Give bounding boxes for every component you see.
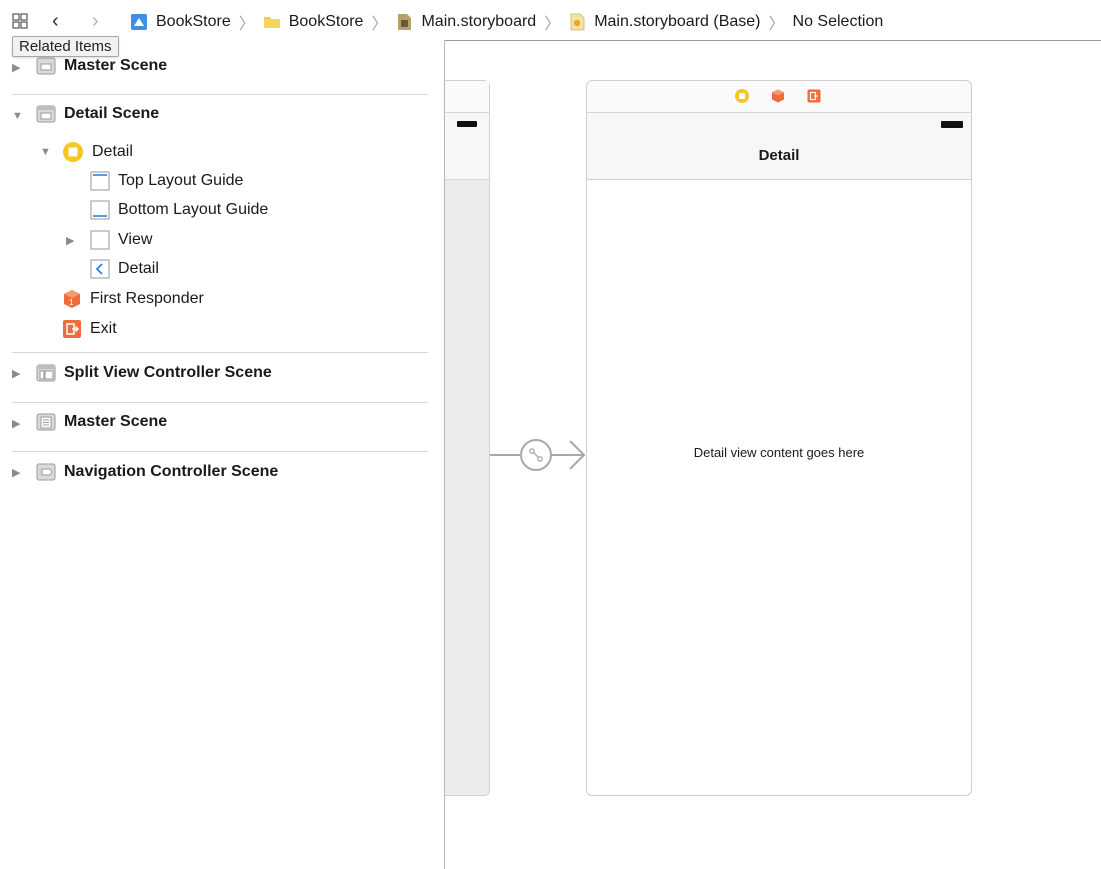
battery-icon [941,121,963,128]
layout-guide-icon [90,171,110,191]
breadcrumb: BookStore 〉 BookStore 〉 Main.storyboard … [130,10,883,34]
scene-icon [36,463,56,481]
breadcrumb-project[interactable]: BookStore [130,13,231,31]
outline-item-top-layout-guide[interactable]: Top Layout Guide [90,171,243,191]
master-view-controller-frame[interactable] [445,80,490,796]
scene-icon [36,57,56,75]
breadcrumb-selection[interactable]: No Selection [793,13,884,31]
breadcrumb-separator: 〉 [544,16,561,33]
disclosure-collapsed-icon[interactable]: ▶ [66,236,76,247]
svg-text:1: 1 [69,298,74,307]
navigation-bar[interactable]: Detail [587,113,971,180]
first-responder-icon: 1 [64,290,80,308]
breadcrumb-separator: 〉 [768,16,785,33]
breadcrumb-separator: 〉 [238,16,255,33]
segue-connection[interactable] [490,435,586,475]
back-chevron-icon [90,259,110,279]
outline-scene-master[interactable]: Master Scene [36,412,167,432]
outline-item-first-responder[interactable]: 1 First Responder [62,289,204,309]
exit-icon [63,320,81,338]
related-items-icon[interactable] [12,13,28,29]
detail-view-controller-frame[interactable]: Detail Detail view content goes here [586,80,972,796]
detail-content-label[interactable]: Detail view content goes here [587,445,971,460]
navigation-title: Detail [758,147,800,164]
breadcrumb-group[interactable]: BookStore [263,13,363,31]
outline-item-detail-controller[interactable]: Detail [62,141,133,163]
view-controller-icon[interactable] [735,89,749,103]
document-outline [0,40,444,869]
outline-item-bottom-layout-guide[interactable]: Bottom Layout Guide [90,200,268,220]
outline-item-view[interactable]: View [90,230,152,250]
back-arrow-icon[interactable]: ‹ [52,11,59,31]
disclosure-expanded-icon[interactable]: ▼ [12,111,23,122]
disclosure-collapsed-icon[interactable]: ▶ [12,419,22,430]
layout-guide-icon [90,200,110,220]
outline-scene-navigation[interactable]: Navigation Controller Scene [36,462,278,482]
disclosure-expanded-icon[interactable]: ▼ [40,147,51,158]
scene-separator [12,94,428,95]
disclosure-collapsed-icon[interactable]: ▶ [12,63,22,74]
folder-icon [263,17,280,28]
disclosure-collapsed-icon[interactable]: ▶ [12,468,22,479]
breadcrumb-separator: 〉 [371,16,388,33]
scene-separator [12,451,428,452]
view-controller-icon [63,142,83,162]
scene-icon [36,413,56,431]
scene-separator [12,352,428,353]
outline-scene-split-view[interactable]: Split View Controller Scene [36,363,272,383]
project-icon [131,14,147,30]
view-icon [90,230,110,250]
breadcrumb-localization[interactable]: Main.storyboard (Base) [568,13,761,31]
first-responder-icon[interactable] [771,89,785,103]
outline-item-navigation-item[interactable]: Detail [90,259,159,279]
forward-arrow-icon[interactable]: › [92,11,99,31]
outline-scene-detail[interactable]: Detail Scene [36,104,159,124]
battery-icon [457,121,477,127]
scene-separator [12,402,428,403]
scene-icon [36,364,56,382]
breadcrumb-file[interactable]: Main.storyboard [395,13,536,31]
scene-dock [445,81,489,113]
scene-dock [587,81,971,113]
related-items-tooltip: Related Items [12,36,119,57]
localized-storyboard-icon [570,13,585,31]
disclosure-collapsed-icon[interactable]: ▶ [12,369,22,380]
scene-icon [36,105,56,123]
exit-icon[interactable] [807,89,821,103]
jump-bar: ‹ › BookStore 〉 BookStore 〉 Main.storybo… [0,0,1101,40]
outline-item-exit[interactable]: Exit [62,319,117,339]
outline-scene-master-top[interactable]: Master Scene [36,56,167,76]
storyboard-icon [398,14,412,30]
